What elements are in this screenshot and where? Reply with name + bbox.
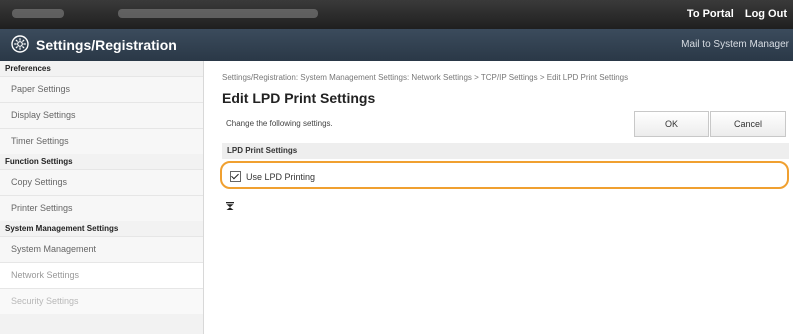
instruction-text: Change the following settings. (226, 119, 333, 128)
blurred-device-info (118, 9, 318, 18)
sidebar-item-copy-settings[interactable]: Copy Settings (0, 169, 203, 195)
page-top-icon[interactable] (226, 202, 234, 210)
log-out-link[interactable]: Log Out (745, 8, 787, 20)
sidebar-item-system-management[interactable]: System Management (0, 236, 203, 262)
sidebar-item-printer-settings[interactable]: Printer Settings (0, 195, 203, 221)
sidebar-section-function-settings: Function Settings (0, 154, 203, 169)
top-bar: To Portal Log Out (0, 0, 793, 29)
sidebar-section-system-management: System Management Settings (0, 221, 203, 236)
settings-gear-icon (11, 35, 29, 53)
use-lpd-printing-row: Use LPD Printing (230, 171, 315, 182)
ok-button[interactable]: OK (634, 111, 709, 137)
sidebar-item-security-settings[interactable]: Security Settings (0, 288, 203, 314)
sidebar-item-display-settings[interactable]: Display Settings (0, 102, 203, 128)
title-bar: Settings/Registration Mail to System Man… (0, 29, 793, 61)
top-links: To Portal Log Out (679, 8, 787, 20)
mail-to-system-manager-link[interactable]: Mail to System Manager (681, 39, 789, 50)
page-app-title: Settings/Registration (36, 37, 177, 53)
use-lpd-printing-label: Use LPD Printing (246, 171, 316, 182)
breadcrumb: Settings/Registration: System Management… (222, 73, 629, 82)
use-lpd-printing-checkbox[interactable] (230, 171, 241, 182)
main-content: Settings/Registration: System Management… (204, 61, 793, 334)
sidebar-item-timer-settings[interactable]: Timer Settings (0, 128, 203, 154)
sidebar-item-paper-settings[interactable]: Paper Settings (0, 76, 203, 102)
sidebar: Preferences Paper Settings Display Setti… (0, 61, 204, 334)
page-title: Edit LPD Print Settings (222, 90, 376, 106)
blurred-device-name (12, 9, 64, 18)
sidebar-section-preferences: Preferences (0, 61, 203, 76)
sidebar-item-network-settings[interactable]: Network Settings (0, 262, 203, 288)
cancel-button[interactable]: Cancel (710, 111, 786, 137)
section-header-lpd-print-settings: LPD Print Settings (222, 143, 789, 159)
to-portal-link[interactable]: To Portal (687, 8, 734, 20)
